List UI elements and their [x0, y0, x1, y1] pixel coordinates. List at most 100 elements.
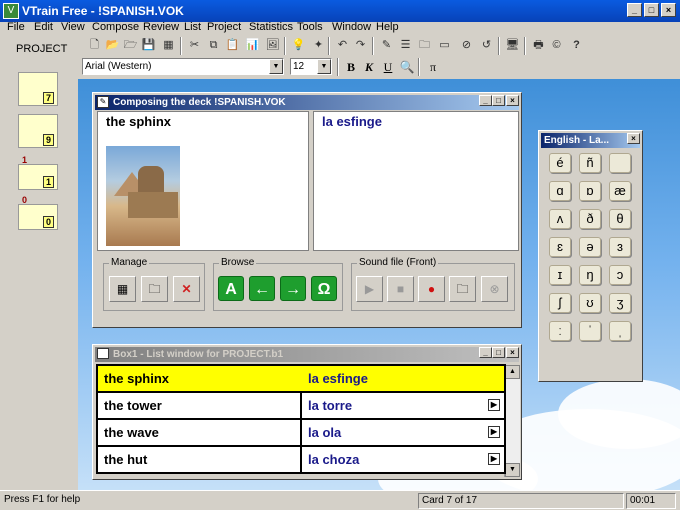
stop-button[interactable]: ■ — [387, 276, 414, 302]
list-scrollbar[interactable]: ▲ ▼ — [504, 365, 520, 477]
monitor-icon[interactable]: 🖥 — [504, 37, 521, 54]
play-row-icon[interactable]: ▶ — [488, 453, 500, 465]
menu-edit[interactable]: Edit — [34, 21, 53, 33]
image-icon[interactable]: 🖼 — [264, 37, 281, 54]
menu-window[interactable]: Window — [332, 21, 371, 33]
scroll-down-icon[interactable]: ▼ — [505, 463, 520, 477]
open-icon[interactable]: 📂 — [104, 37, 121, 54]
prev-button[interactable]: ← — [249, 276, 275, 301]
menu-list[interactable]: List — [184, 21, 201, 33]
size-select[interactable]: 12 ▼ — [290, 58, 332, 75]
key-blank[interactable] — [609, 153, 631, 173]
box-4[interactable]: 0 — [18, 204, 58, 230]
menu-compose[interactable]: Compose — [92, 21, 139, 33]
help-icon[interactable]: ? — [568, 37, 585, 54]
font-select[interactable]: Arial (Western) ▼ — [82, 58, 284, 75]
sound-folder-button[interactable]: 🗀 — [449, 276, 476, 302]
edit-icon[interactable]: ✎ — [378, 37, 395, 54]
compose-close[interactable]: × — [506, 95, 519, 106]
redo-icon[interactable]: ↷ — [352, 37, 369, 54]
key-eth[interactable]: ð — [579, 209, 601, 229]
play-row-icon[interactable]: ▶ — [488, 426, 500, 438]
key-esh[interactable]: ʃ — [549, 293, 571, 313]
table-row[interactable]: the sphinx la esfinge — [98, 366, 504, 393]
key-primary-stress[interactable]: ˈ — [579, 321, 601, 341]
back-pane[interactable]: la esfinge — [313, 111, 519, 251]
box-2[interactable]: 9 — [18, 114, 58, 148]
list-icon[interactable]: ☰ — [397, 37, 414, 54]
key-theta[interactable]: θ — [609, 209, 631, 229]
key-reversed-epsilon[interactable]: ɜ — [609, 237, 631, 257]
spellcheck-icon[interactable]: 🔍 — [398, 58, 416, 76]
mute-button[interactable]: ⊗ — [481, 276, 508, 302]
menu-project[interactable]: Project — [207, 21, 241, 33]
key-eng[interactable]: ŋ — [579, 265, 601, 285]
key-ae[interactable]: æ — [609, 181, 631, 201]
window-icon[interactable]: ▭ — [436, 37, 453, 54]
delete-button[interactable]: ✕ — [173, 276, 200, 302]
table-row[interactable]: the hut la choza ▶ — [98, 447, 504, 474]
italic-button[interactable]: K — [360, 58, 378, 76]
save-icon[interactable]: 💾 — [140, 37, 157, 54]
key-e-acute[interactable]: é — [549, 153, 571, 173]
key-ezh[interactable]: ʒ — [609, 293, 631, 313]
play-row-icon[interactable]: ▶ — [488, 399, 500, 411]
key-alpha[interactable]: ɑ — [549, 181, 571, 201]
copy-icon[interactable]: ⧉ — [205, 37, 222, 54]
search-a-button[interactable]: A — [218, 276, 244, 301]
folder-edit-icon[interactable]: 🗀 — [416, 37, 433, 54]
stop-icon[interactable]: ⊘ — [458, 37, 475, 54]
menu-statistics[interactable]: Statistics — [249, 21, 293, 33]
folder-button[interactable]: 🗀 — [141, 276, 168, 302]
pi-icon[interactable]: π — [424, 58, 442, 76]
menu-tools[interactable]: Tools — [297, 21, 323, 33]
print-icon[interactable]: 🖶 — [530, 37, 547, 54]
cards-button[interactable]: ▦ — [109, 276, 136, 302]
app-icon[interactable]: V — [3, 3, 19, 19]
lightbulb-icon[interactable]: 💡 — [290, 37, 307, 54]
special-char-button[interactable]: Ω — [311, 276, 337, 301]
cards-icon[interactable]: ▦ — [160, 37, 177, 54]
table-row[interactable]: the wave la ola ▶ — [98, 420, 504, 447]
key-epsilon[interactable]: ɛ — [549, 237, 571, 257]
copyright-icon[interactable]: © — [548, 37, 565, 54]
box-3[interactable]: 1 — [18, 164, 58, 190]
keyboard-close[interactable]: × — [627, 133, 640, 144]
key-turned-alpha[interactable]: ɒ — [579, 181, 601, 201]
chevron-down-icon[interactable]: ▼ — [269, 59, 283, 74]
magic-icon[interactable]: ✦ — [310, 37, 327, 54]
front-pane[interactable]: the sphinx — [97, 111, 309, 251]
scroll-up-icon[interactable]: ▲ — [505, 365, 520, 379]
key-small-i[interactable]: ɪ — [549, 265, 571, 285]
next-button[interactable]: → — [280, 276, 306, 301]
table-row[interactable]: the tower la torre ▶ — [98, 393, 504, 420]
compose-minimize[interactable]: _ — [479, 95, 492, 106]
paste-icon[interactable]: 📋 — [224, 37, 241, 54]
keyboard-window[interactable]: English - La... × é ñ ɑ ɒ æ ʌ ð θ ɛ ə ɜ … — [538, 130, 643, 382]
play-button[interactable]: ▶ — [356, 276, 383, 302]
key-open-o[interactable]: ɔ — [609, 265, 631, 285]
key-secondary-stress[interactable]: ˌ — [609, 321, 631, 341]
key-length[interactable]: ː — [549, 321, 571, 341]
key-n-tilde[interactable]: ñ — [579, 153, 601, 173]
maximize-button[interactable]: □ — [644, 3, 659, 17]
refresh-icon[interactable]: ↺ — [478, 37, 495, 54]
menu-review[interactable]: Review — [143, 21, 179, 33]
box-1[interactable]: 7 — [18, 72, 58, 106]
key-schwa[interactable]: ə — [579, 237, 601, 257]
menu-view[interactable]: View — [61, 21, 85, 33]
key-upsilon[interactable]: ʊ — [579, 293, 601, 313]
new-icon[interactable]: 🗋 — [86, 37, 103, 54]
close-button[interactable]: × — [661, 3, 676, 17]
chart-icon[interactable]: 📊 — [244, 37, 261, 54]
key-wedge[interactable]: ʌ — [549, 209, 571, 229]
menu-help[interactable]: Help — [376, 21, 399, 33]
chevron-down-icon[interactable]: ▼ — [317, 59, 331, 74]
undo-icon[interactable]: ↶ — [334, 37, 351, 54]
compose-maximize[interactable]: □ — [492, 95, 505, 106]
underline-button[interactable]: U — [379, 58, 397, 76]
list-maximize[interactable]: □ — [492, 347, 505, 358]
list-minimize[interactable]: _ — [479, 347, 492, 358]
open-folder-icon[interactable]: 🗁 — [122, 37, 139, 54]
list-close[interactable]: × — [506, 347, 519, 358]
